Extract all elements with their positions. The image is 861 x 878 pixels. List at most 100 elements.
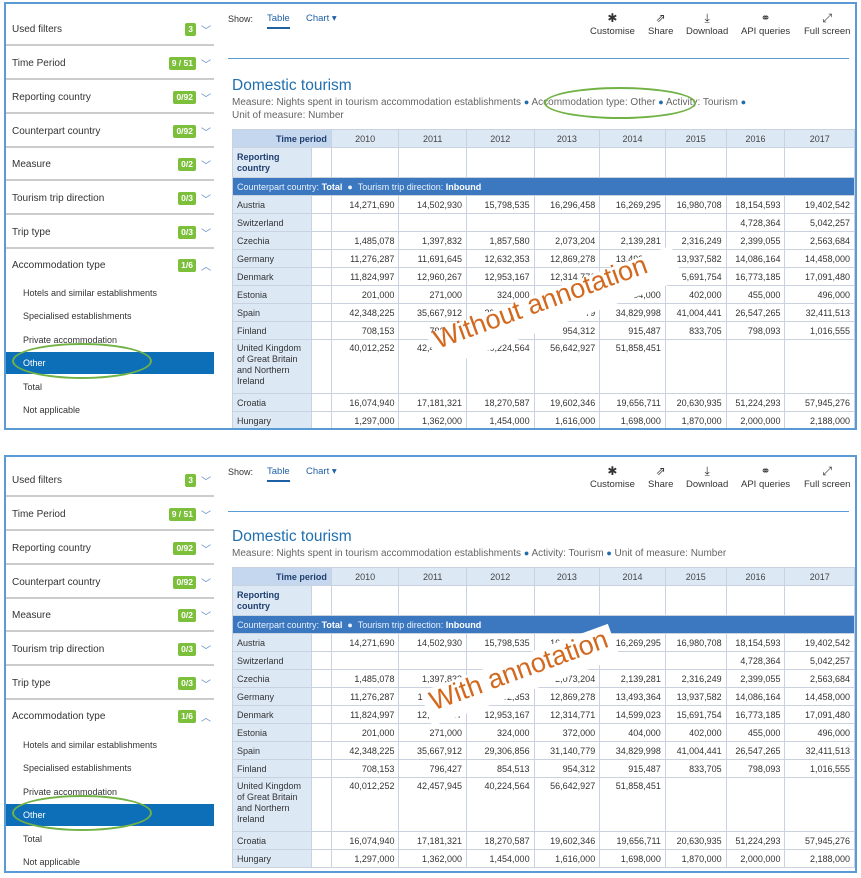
table-row: Hungary 1,297,000 1,362,000 1,454,000 1,616,… xyxy=(231,849,855,868)
data-table: Time period 2010 2011 2012 2013 2014 2015 2016 2… xyxy=(231,129,855,428)
table-cell: 51,224,293 xyxy=(725,831,786,850)
download-button[interactable]: ⤓ Download xyxy=(686,463,728,490)
table-cell: 12,869,278 xyxy=(533,687,601,706)
option-specialised[interactable]: Specialised establishments xyxy=(6,305,214,327)
table-cell: 1,454,000 xyxy=(466,849,535,868)
group-label: Counterpart country: xyxy=(237,619,320,630)
table-cell: 1,857,580 xyxy=(466,231,535,250)
filter-measure[interactable]: Measure 0/2 ﹀ xyxy=(6,600,214,632)
table-cell: 12,960,267 xyxy=(398,705,468,724)
year-header: 2011 xyxy=(398,567,468,586)
share-button[interactable]: ⇗ Share xyxy=(648,10,673,37)
tab-chart[interactable]: Chart ▾ xyxy=(306,466,337,477)
year-header: 2016 xyxy=(725,567,786,586)
table-cell: 915,487 xyxy=(599,759,666,778)
option-not-applicable[interactable]: Not applicable xyxy=(6,851,214,871)
option-not-applicable[interactable]: Not applicable xyxy=(6,399,214,421)
table-row: Croatia 16,074,940 17,181,321 18,270,587 19,… xyxy=(231,831,855,850)
table-cell xyxy=(466,651,535,670)
group-value: Total xyxy=(321,619,343,630)
table-cell: 14,271,690 xyxy=(330,195,400,214)
bullet: ● xyxy=(523,548,530,558)
table-cell: 798,093 xyxy=(725,759,786,778)
table-cell: 20,630,935 xyxy=(664,831,727,850)
filter-used-filters[interactable]: Used filters 3 ﹀ xyxy=(6,465,214,497)
table-cell: 14,271,690 xyxy=(330,633,400,652)
flag-cell xyxy=(311,687,332,706)
option-private[interactable]: Private accommodation xyxy=(6,781,214,803)
api-queries-button[interactable]: ⚭ API queries xyxy=(741,463,790,490)
chevron-down-icon: ﹀ xyxy=(201,26,211,37)
table-cell: 1,616,000 xyxy=(533,849,601,868)
fullscreen-label: Full screen xyxy=(804,479,851,490)
option-total[interactable]: Total xyxy=(6,828,214,850)
table-cell: 41,004,441 xyxy=(664,303,727,322)
filter-label: Accommodation type xyxy=(12,260,106,271)
download-button[interactable]: ⤓ Download xyxy=(686,10,728,37)
tab-chart-label: Chart xyxy=(306,466,330,477)
share-button[interactable]: ⇗ Share xyxy=(648,463,673,490)
row-header-country: Spain xyxy=(231,741,313,760)
chevron-down-icon: ﹀ xyxy=(201,60,211,71)
table-cell: 1,485,078 xyxy=(330,669,400,688)
table-row: Austria 14,271,690 14,502,930 15,798,535 16,… xyxy=(231,633,855,652)
flag-cell xyxy=(311,213,332,232)
row-header-country: Hungary xyxy=(231,849,313,868)
table-cell: 18,270,587 xyxy=(466,393,535,412)
filter-measure[interactable]: Measure 0/2 ﹀ xyxy=(6,149,214,181)
filter-accommodation-type[interactable]: Accommodation type 1/6 ︿ xyxy=(6,250,214,282)
option-other-selected[interactable]: Other xyxy=(6,804,214,826)
table-cell: 455,000 xyxy=(725,723,786,742)
fullscreen-button[interactable]: ⤢ Full screen xyxy=(804,10,850,37)
table-cell: 34,829,998 xyxy=(599,303,666,322)
year-header: 2010 xyxy=(330,567,400,586)
filter-used-filters[interactable]: Used filters 3 ﹀ xyxy=(6,14,214,46)
blank-cell xyxy=(784,147,855,178)
caret-down-icon: ▾ xyxy=(331,466,337,477)
option-private[interactable]: Private accommodation xyxy=(6,329,214,351)
tab-table[interactable]: Table xyxy=(267,466,290,482)
table-body-2: Time period 2010 2011 2012 2013 2014 2015 2016 2… xyxy=(231,567,855,868)
group-label: Tourism trip direction: xyxy=(357,181,444,192)
option-hotels[interactable]: Hotels and similar establishments xyxy=(6,734,214,756)
option-other-selected[interactable]: Other xyxy=(6,352,214,374)
table-cell xyxy=(784,339,855,394)
year-header: 2017 xyxy=(784,567,855,586)
filter-reporting-country[interactable]: Reporting country 0/92 ﹀ xyxy=(6,82,214,114)
option-hotels[interactable]: Hotels and similar establishments xyxy=(6,282,214,304)
filter-counterpart-country[interactable]: Counterpart country 0/92 ﹀ xyxy=(6,116,214,148)
filter-tourism-trip-direction[interactable]: Tourism trip direction 0/3 ﹀ xyxy=(6,183,214,215)
filter-reporting-country[interactable]: Reporting country 0/92 ﹀ xyxy=(6,533,214,565)
option-specialised[interactable]: Specialised establishments xyxy=(6,757,214,779)
chevron-down-icon: ﹀ xyxy=(201,545,211,556)
table-cell: 16,296,458 xyxy=(533,633,601,652)
customise-button[interactable]: ✱ Customise xyxy=(590,463,635,490)
table-cell: 14,086,164 xyxy=(725,687,786,706)
tab-table[interactable]: Table xyxy=(267,13,290,29)
filter-time-period[interactable]: Time Period 9 / 51 ﹀ xyxy=(6,48,214,80)
fullscreen-label: Full screen xyxy=(804,26,851,37)
tab-chart[interactable]: Chart ▾ xyxy=(306,13,337,24)
bullet: ● xyxy=(658,97,664,107)
filter-trip-type[interactable]: Trip type 0/3 ﹀ xyxy=(6,668,214,700)
filter-trip-type[interactable]: Trip type 0/3 ﹀ xyxy=(6,217,214,249)
filter-counterpart-country[interactable]: Counterpart country 0/92 ﹀ xyxy=(6,567,214,599)
table-cell: 796,427 xyxy=(398,321,468,340)
fullscreen-button[interactable]: ⤢ Full screen xyxy=(804,463,850,490)
customise-button[interactable]: ✱ Customise xyxy=(590,10,635,37)
filter-tourism-trip-direction[interactable]: Tourism trip direction 0/3 ﹀ xyxy=(6,634,214,666)
api-queries-button[interactable]: ⚭ API queries xyxy=(741,10,790,37)
filter-badge: 0/92 xyxy=(173,125,196,138)
filter-label: Reporting country xyxy=(12,543,91,554)
filter-time-period[interactable]: Time Period 9 / 51 ﹀ xyxy=(6,499,214,531)
filter-accommodation-type[interactable]: Accommodation type 1/6 ︿ xyxy=(6,701,214,733)
table-cell: 16,296,458 xyxy=(533,195,601,214)
subtitle-accommodation-type: Accommodation type: Other xyxy=(531,97,656,108)
row-header-country: Germany xyxy=(231,687,313,706)
table-cell: 42,348,225 xyxy=(330,303,400,322)
filter-sidebar: Used filters 3 ﹀ Time Period 9 / 51 ﹀ Re… xyxy=(6,4,218,428)
option-total[interactable]: Total xyxy=(6,376,214,398)
table-cell: 404,000 xyxy=(599,285,666,304)
bullet: ● xyxy=(740,97,747,107)
header-row: Time period 2010 2011 2012 2013 2014 2015 2016 2… xyxy=(232,567,855,586)
